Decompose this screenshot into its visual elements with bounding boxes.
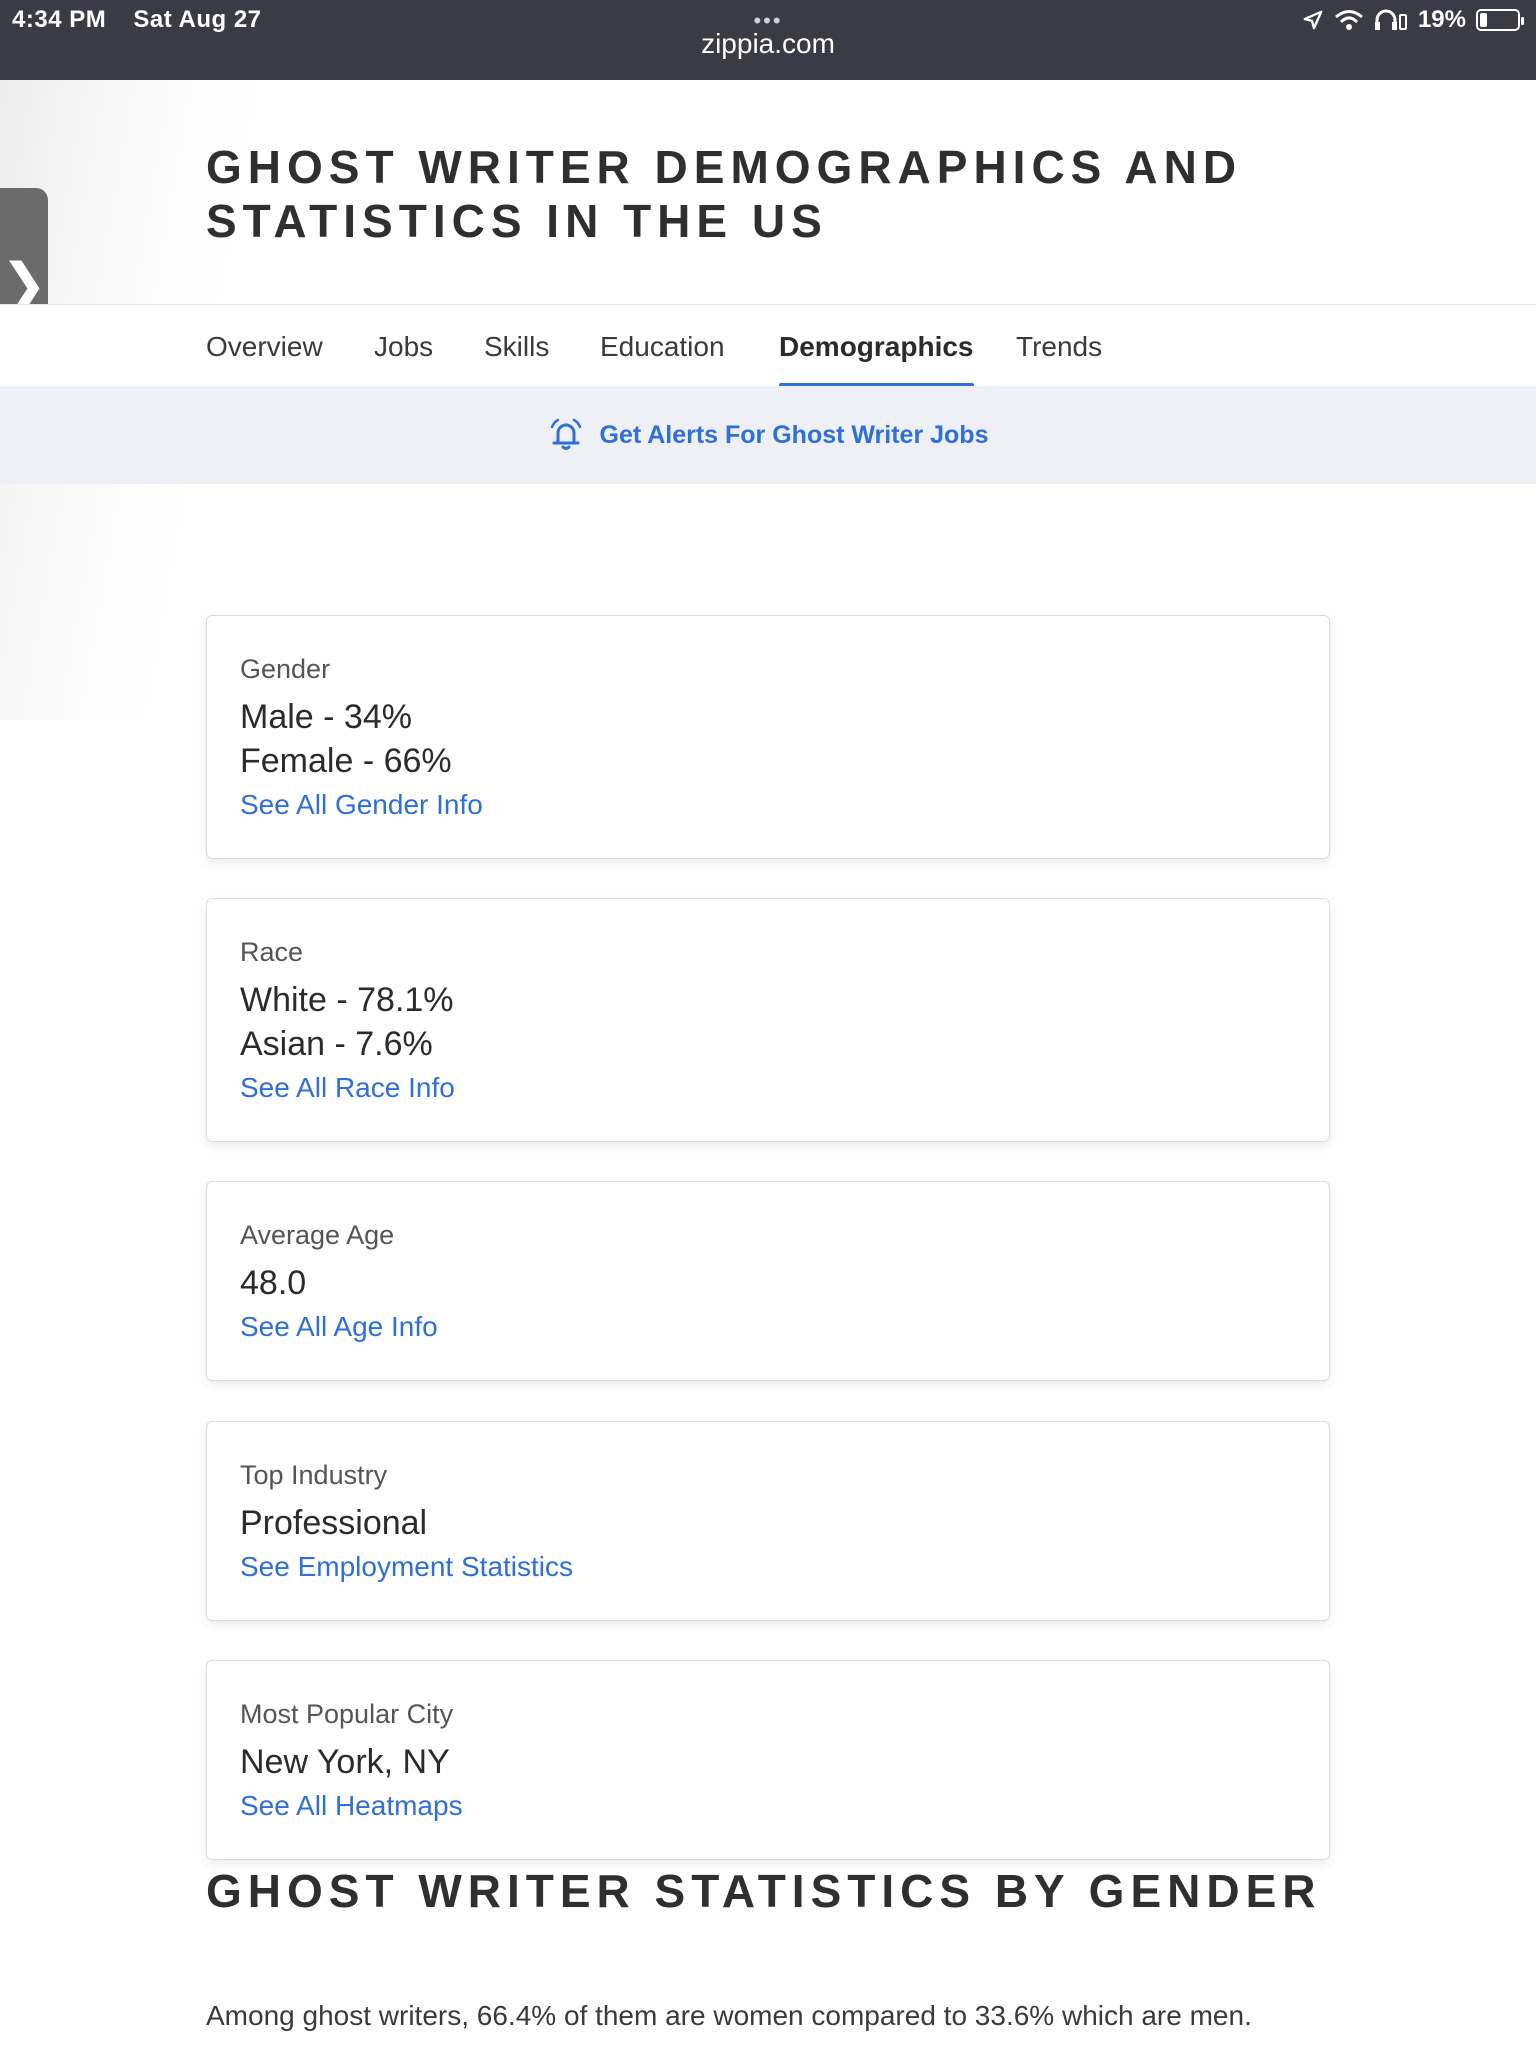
tab-overview[interactable]: Overview [206, 331, 323, 387]
battery-level [1480, 13, 1487, 27]
card-value: White - 78.1% [240, 981, 454, 1019]
section-title: GHOST WRITER STATISTICS BY GENDER [206, 1865, 1322, 1917]
card-label: Gender [240, 654, 331, 684]
card-label: Most Popular City [240, 1699, 454, 1729]
section-nav: Overview Jobs Skills Education Demograph… [0, 304, 1536, 387]
page-title-line-2: STATISTICS IN THE US [206, 195, 828, 247]
job-alert-banner[interactable]: Get Alerts For Ghost Writer Jobs [0, 386, 1536, 484]
card-value: Male - 34% [240, 698, 412, 736]
card-value: Professional [240, 1504, 428, 1542]
race-card: Race White - 78.1% Asian - 7.6% See All … [206, 898, 1330, 1142]
average-age-card: Average Age 48.0 See All Age Info [206, 1181, 1330, 1381]
gender-stat-paragraph: Among ghost writers, 66.4% of them are w… [206, 2000, 1252, 2031]
see-all-age-link[interactable]: See All Age Info [240, 1311, 438, 1343]
card-label: Top Industry [240, 1460, 388, 1490]
card-value: Asian - 7.6% [240, 1025, 433, 1063]
status-indicators: 19% [1302, 6, 1524, 34]
card-value: New York, NY [240, 1743, 450, 1781]
bell-alert-icon [550, 418, 581, 450]
status-bar: 4:34 PM Sat Aug 27 ••• zippia.com 19% [0, 0, 1536, 80]
card-label: Race [240, 937, 304, 967]
see-all-race-link[interactable]: See All Race Info [240, 1072, 455, 1104]
tab-skills[interactable]: Skills [484, 331, 549, 387]
card-value: Female - 66% [240, 742, 452, 780]
tab-trends[interactable]: Trends [1016, 331, 1102, 387]
see-all-gender-link[interactable]: See All Gender Info [240, 789, 483, 821]
card-value: 48.0 [240, 1264, 307, 1302]
card-label: Average Age [240, 1220, 395, 1250]
battery-icon [1476, 9, 1524, 31]
gender-card: Gender Male - 34% Female - 66% See All G… [206, 615, 1330, 859]
page-title-line-1: GHOST WRITER DEMOGRAPHICS AND [206, 141, 1243, 193]
tab-education[interactable]: Education [600, 331, 725, 387]
location-arrow-icon [1303, 10, 1323, 30]
job-alert-link[interactable]: Get Alerts For Ghost Writer Jobs [600, 421, 989, 450]
popular-city-card: Most Popular City New York, NY See All H… [206, 1660, 1330, 1860]
page-title: GHOST WRITER DEMOGRAPHICS AND STATISTICS… [206, 140, 1306, 248]
top-industry-card: Top Industry Professional See Employment… [206, 1421, 1330, 1621]
wifi-icon [1334, 10, 1363, 30]
battery-percent: 19% [1417, 6, 1466, 33]
tab-jobs[interactable]: Jobs [374, 331, 433, 387]
tab-demographics[interactable]: Demographics [779, 331, 974, 387]
see-employment-statistics-link[interactable]: See Employment Statistics [240, 1551, 573, 1583]
headphones-icon [1374, 9, 1407, 30]
see-all-heatmaps-link[interactable]: See All Heatmaps [240, 1790, 463, 1822]
